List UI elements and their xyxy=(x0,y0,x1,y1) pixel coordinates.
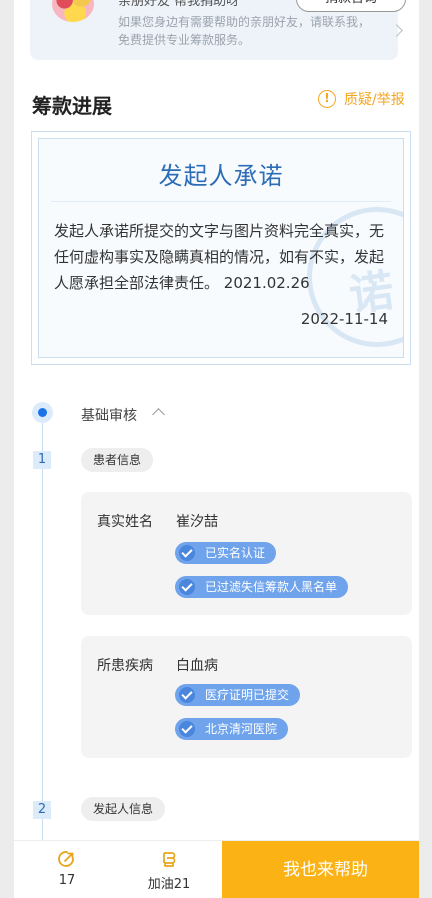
consult-button[interactable]: 捐款咨询 xyxy=(296,0,406,12)
name-label: 真实姓名 xyxy=(97,514,153,530)
share-icon xyxy=(58,851,74,867)
disease-value: 白血病 xyxy=(176,658,218,674)
step-number-1: 1 xyxy=(33,451,51,469)
promise-title: 发起人承诺 xyxy=(158,162,284,190)
promise-text: 发起人承诺所提交的文字与图片资料完全真实，无任何虚构事实及隐瞒真相的情况，如有不… xyxy=(54,222,385,292)
recommender-avatar xyxy=(52,0,94,22)
verified-tag-label: 已实名认证 xyxy=(205,546,266,560)
progress-title: 筹款进展 xyxy=(32,94,112,118)
promise-date: 2022-11-14 xyxy=(300,310,388,328)
medical-proof-tag: 医疗证明已提交 xyxy=(175,684,301,706)
cheer-label: 加油21 xyxy=(147,877,191,892)
check-icon xyxy=(179,687,195,703)
check-icon xyxy=(179,579,195,595)
share-count: 17 xyxy=(58,873,76,888)
promise-divider xyxy=(51,201,391,202)
app-screen: 亲朋好友 帮我捐助呀 捐款咨询 如果您身边有需要帮助的亲朋好友，请联系我，免费提… xyxy=(14,0,419,898)
recommender-description: 如果您身边有需要帮助的亲朋好友，请联系我，免费提供专业筹款服务。 xyxy=(118,15,371,47)
patient-info-chip: 患者信息 xyxy=(81,448,154,472)
check-icon xyxy=(179,545,195,561)
disease-info-box: 所患疾病 白血病 医疗证明已提交 北京清河医院 xyxy=(81,636,412,758)
promise-card-inner: 诺 发起人承诺 发起人承诺所提交的文字与图片资料完全真实，无任何虚构事实及隐瞒真… xyxy=(38,138,404,358)
recommender-card[interactable]: 亲朋好友 帮我捐助呀 捐款咨询 如果您身边有需要帮助的亲朋好友，请联系我，免费提… xyxy=(30,0,406,60)
promise-card: 诺 发起人承诺 发起人承诺所提交的文字与图片资料完全真实，无任何虚构事实及隐瞒真… xyxy=(31,131,411,365)
recommender-name: 亲朋好友 帮我捐助呀 xyxy=(118,0,240,9)
timeline-line xyxy=(42,420,43,850)
help-button[interactable]: 我也来帮助 xyxy=(222,841,419,898)
cheer-action[interactable]: 加油21 xyxy=(139,849,199,892)
hospital-tag: 北京清河医院 xyxy=(175,718,289,740)
bottom-action-bar: 17 加油21 我也来帮助 xyxy=(14,840,419,898)
blacklist-filter-tag: 已过滤失信筹款人黑名单 xyxy=(175,576,349,598)
hospital-tag-label: 北京清河医院 xyxy=(205,722,278,736)
base-review-label[interactable]: 基础审核 xyxy=(81,405,137,425)
report-link[interactable]: ! 质疑/举报 xyxy=(318,89,405,109)
medical-proof-tag-label: 医疗证明已提交 xyxy=(205,688,290,702)
report-label: 质疑/举报 xyxy=(344,92,405,108)
chevron-right-icon[interactable] xyxy=(390,24,403,37)
disease-label: 所患疾病 xyxy=(97,658,153,674)
name-info-box: 真实姓名 崔汐喆 已实名认证 已过滤失信筹款人黑名单 xyxy=(81,492,412,615)
alert-icon: ! xyxy=(318,90,336,108)
share-action[interactable]: 17 xyxy=(37,849,97,888)
step-number-2: 2 xyxy=(33,801,51,819)
initiator-info-chip: 发起人信息 xyxy=(81,797,166,821)
name-value: 崔汐喆 xyxy=(176,514,218,530)
chevron-up-icon[interactable] xyxy=(152,408,165,421)
timeline-current-dot xyxy=(32,402,53,423)
verified-tag: 已实名认证 xyxy=(175,542,277,564)
blacklist-filter-tag-label: 已过滤失信筹款人黑名单 xyxy=(205,580,338,594)
check-icon xyxy=(179,721,195,737)
fist-icon xyxy=(163,852,176,867)
